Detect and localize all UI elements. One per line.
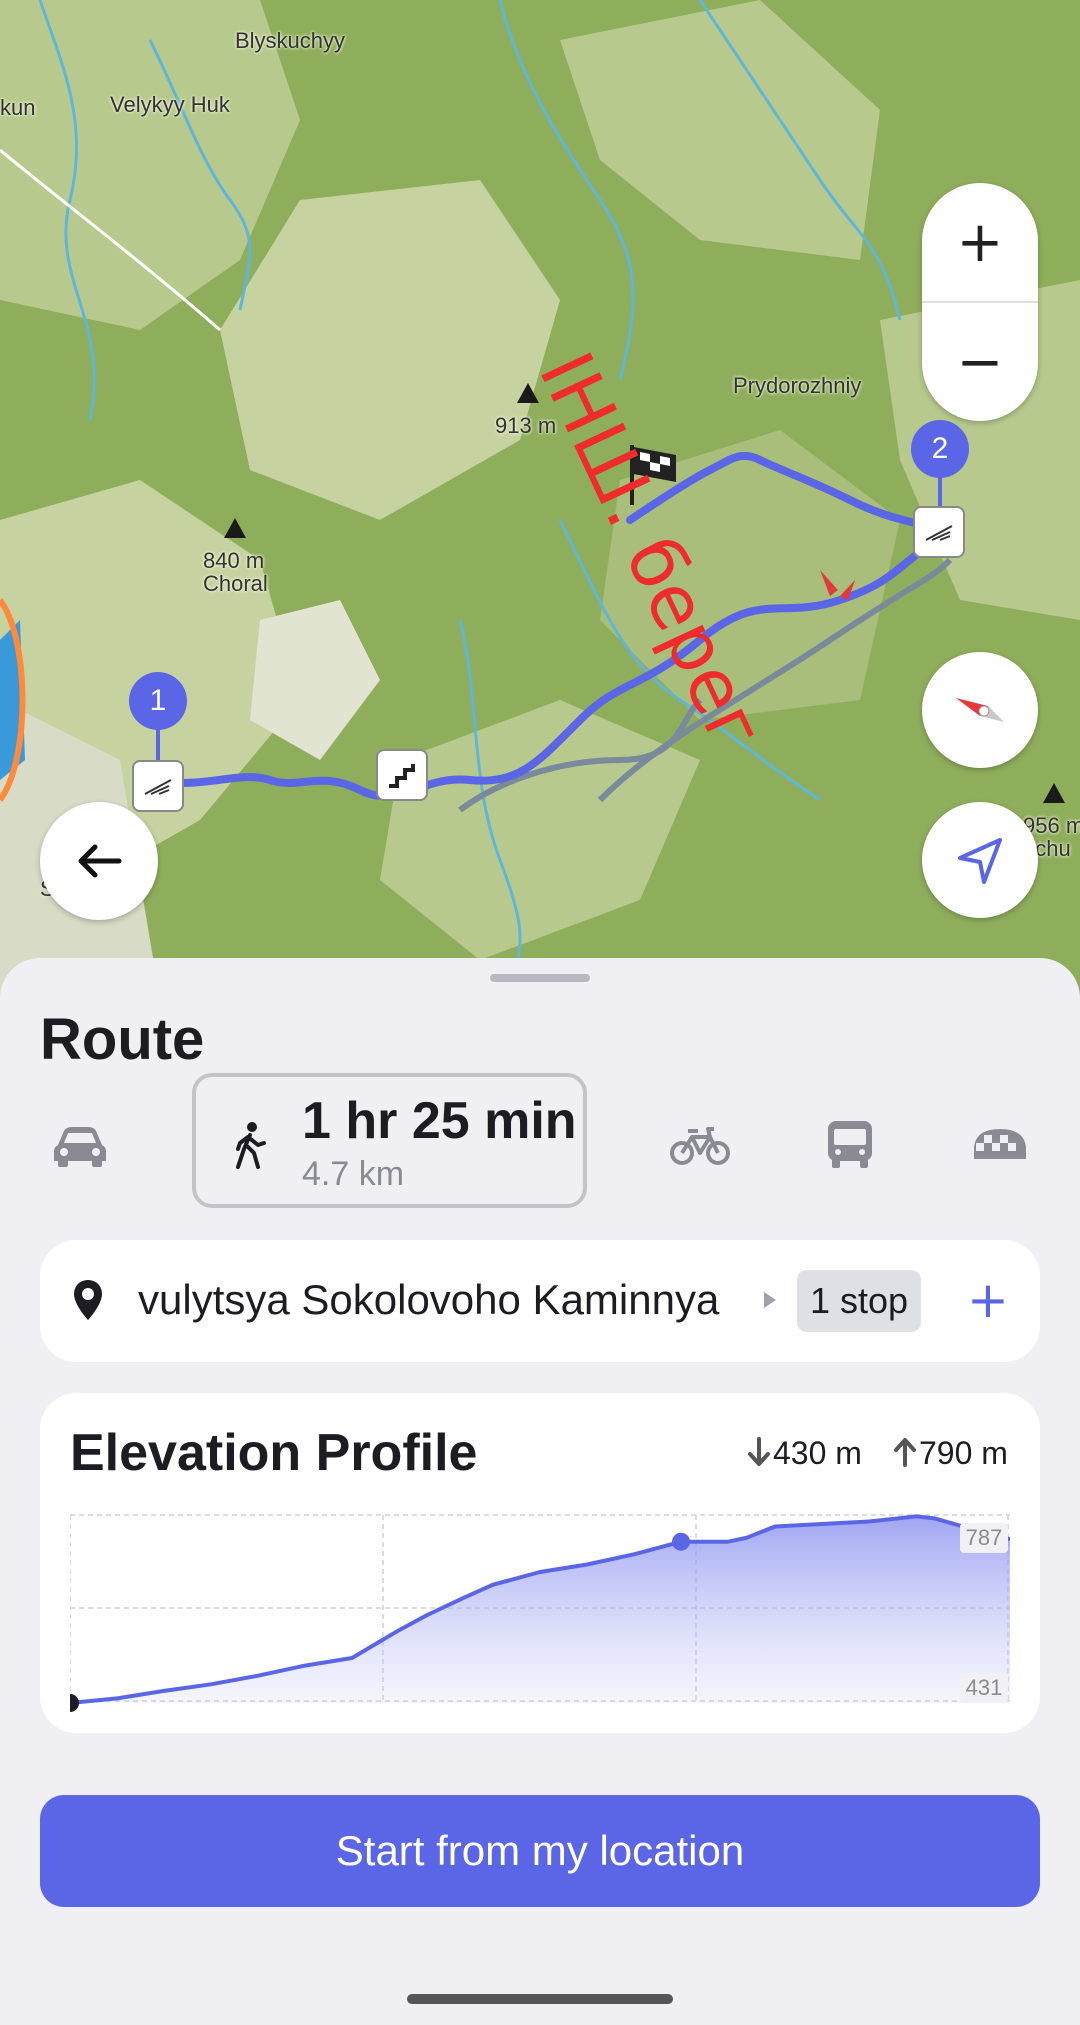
peak-icon xyxy=(224,518,246,538)
elevation-point xyxy=(425,1613,429,1617)
sheet-grabber[interactable] xyxy=(490,974,590,982)
back-button[interactable] xyxy=(40,802,158,920)
min-elevation-label: 431 xyxy=(966,1675,1003,1700)
max-elevation-label: 787 xyxy=(966,1525,1003,1550)
elevation-point xyxy=(933,1516,937,1520)
stairs-icon[interactable] xyxy=(376,749,428,801)
zoom-out-button[interactable]: − xyxy=(922,303,1038,422)
zoom-in-button[interactable]: + xyxy=(922,183,1038,302)
terrain-layer xyxy=(0,0,1080,1000)
elevation-point xyxy=(585,1562,589,1566)
elevation-point xyxy=(491,1583,495,1587)
map-label-kun: kun xyxy=(0,95,36,120)
ascent-value: 790 m xyxy=(919,1435,1008,1471)
descent-arrow-icon xyxy=(748,1437,770,1466)
end-marker-icon[interactable] xyxy=(913,506,965,558)
start-from-location-button[interactable]: Start from my location xyxy=(40,1795,1040,1907)
elevation-point xyxy=(820,1522,824,1526)
bus-mode-icon[interactable] xyxy=(820,1119,880,1169)
chevron-right-icon xyxy=(764,1292,776,1308)
elevation-profile-card: Elevation Profile 430 m 790 m 787 431 xyxy=(40,1393,1040,1733)
screen: Blyskuchyy Velykyy Huk kun 913 m 840 m C… xyxy=(0,0,1080,2025)
map-label-prydorozhniy: Prydorozhniy xyxy=(733,373,862,398)
bike-mode-icon[interactable] xyxy=(670,1123,730,1167)
elevation-point xyxy=(115,1696,119,1700)
transport-mode-row: 1 hr 25 min 4.7 km xyxy=(0,1073,1080,1213)
elevation-point xyxy=(773,1525,777,1529)
walk-duration: 1 hr 25 min xyxy=(302,1092,577,1150)
page-title: Route xyxy=(40,1007,205,1072)
route-sheet: Route 1 hr 25 min 4.7 km vulytsya Sokolo… xyxy=(0,958,1080,2025)
zoom-control: + − xyxy=(922,183,1038,421)
map-view[interactable]: Blyskuchyy Velykyy Huk kun 913 m 840 m C… xyxy=(0,0,1080,1000)
car-mode-icon[interactable] xyxy=(50,1123,110,1167)
back-arrow-icon xyxy=(78,844,122,878)
elevation-title: Elevation Profile xyxy=(70,1424,478,1482)
elevation-point xyxy=(726,1540,730,1544)
map-label-velykyy-huk: Velykyy Huk xyxy=(110,92,230,117)
elevation-point xyxy=(256,1674,260,1678)
current-position-marker[interactable] xyxy=(672,1532,690,1551)
elevation-point xyxy=(303,1664,307,1668)
elevation-point xyxy=(162,1689,166,1693)
elevation-point xyxy=(745,1536,749,1540)
origin-address[interactable]: vulytsya Sokolovoho Kaminnya xyxy=(138,1276,719,1324)
elevation-point xyxy=(632,1552,636,1556)
elevation-point xyxy=(397,1628,401,1632)
peak-icon xyxy=(1043,783,1065,803)
map-label-choral: Choral xyxy=(203,571,268,596)
elevation-point xyxy=(538,1570,542,1574)
elevation-area xyxy=(70,1516,1010,1703)
elevation-chart[interactable]: 787 431 xyxy=(70,1513,1010,1713)
walk-mode-option[interactable]: 1 hr 25 min 4.7 km xyxy=(192,1073,587,1208)
taxi-mode-icon[interactable] xyxy=(970,1123,1030,1167)
walk-mode-icon xyxy=(236,1122,266,1169)
elevation-point xyxy=(867,1519,871,1523)
map-label-blyskuchyy: Blyskuchyy xyxy=(235,28,346,53)
elevation-point xyxy=(350,1656,354,1660)
stops-badge[interactable]: 1 stop xyxy=(797,1270,921,1332)
elevation-point xyxy=(914,1514,918,1518)
navigation-arrow-icon xyxy=(958,838,1002,884)
elevation-point xyxy=(463,1595,467,1599)
waypoint-pin-end[interactable]: 2 xyxy=(911,420,969,478)
my-location-button[interactable] xyxy=(922,802,1038,918)
ascent-arrow-icon xyxy=(894,1438,916,1467)
walk-distance: 4.7 km xyxy=(302,1155,405,1193)
route-start-dot xyxy=(70,1694,79,1712)
home-indicator xyxy=(407,1994,673,2004)
location-pin-icon xyxy=(74,1280,102,1320)
compass-icon xyxy=(956,698,1004,722)
compass-button[interactable] xyxy=(922,652,1038,768)
waypoint-pin-start[interactable]: 1 xyxy=(129,672,187,730)
descent-value: 430 m xyxy=(773,1435,862,1471)
start-marker-icon[interactable] xyxy=(132,760,184,812)
elevation-point xyxy=(209,1682,213,1686)
add-stop-button[interactable]: + xyxy=(950,1262,1026,1338)
route-points-card[interactable]: vulytsya Sokolovoho Kaminnya 1 stop + xyxy=(40,1240,1040,1362)
